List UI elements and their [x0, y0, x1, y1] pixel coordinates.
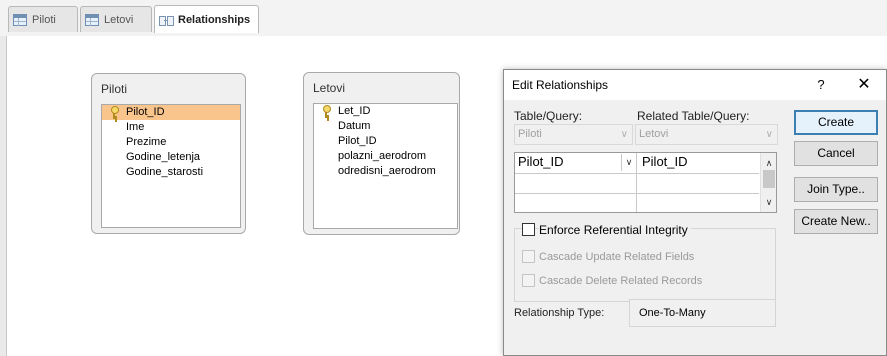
integrity-options-group — [514, 228, 776, 302]
close-icon[interactable]: ✕ — [852, 75, 876, 95]
field-column[interactable]: Pilot_ID ∨ — [515, 153, 637, 212]
field-label: Prezime — [126, 136, 167, 148]
select-value: Letovi — [639, 128, 669, 140]
field-label: Pilot_ID — [126, 106, 165, 118]
table-query-select: Piloti ∨ — [514, 124, 633, 145]
relationship-type-label: Relationship Type: — [514, 307, 605, 319]
field-item[interactable]: Godine_letenja — [102, 150, 240, 165]
cancel-button[interactable]: Cancel — [794, 141, 878, 166]
edit-relationships-dialog: Edit Relationships ? ✕ Table/Query: Rela… — [503, 69, 887, 356]
related-table-query-select: Letovi ∨ — [635, 124, 778, 145]
cascade-update-label: Cascade Update Related Fields — [539, 251, 695, 263]
field-label: odredisni_aerodrom — [338, 165, 436, 177]
chevron-down-icon: ∨ — [765, 129, 773, 140]
field-item[interactable]: Datum — [314, 119, 457, 134]
scroll-down-icon[interactable]: ∨ — [761, 194, 777, 210]
cascade-delete-label: Cascade Delete Related Records — [539, 275, 703, 287]
related-field-cell[interactable]: Pilot_ID — [642, 154, 688, 169]
field-label: Godine_letenja — [126, 151, 201, 163]
related-table-query-label: Related Table/Query: — [637, 109, 750, 123]
field-label: polazni_aerodrom — [338, 150, 427, 162]
field-item[interactable]: Let_ID — [314, 104, 457, 119]
field-label: Let_ID — [338, 105, 371, 117]
dialog-title: Edit Relationships — [512, 78, 609, 92]
table-icon — [85, 13, 99, 26]
primary-key-icon — [110, 106, 119, 119]
related-field-column[interactable]: Pilot_ID — [638, 153, 759, 212]
relationships-icon — [159, 14, 174, 26]
field-label: Godine_starosti — [126, 166, 204, 178]
field-list[interactable]: Pilot_ID Ime Prezime Godine_letenja Godi… — [101, 104, 241, 228]
field-item[interactable]: Prezime — [102, 135, 240, 150]
field-label: Pilot_ID — [338, 135, 377, 147]
table-box-piloti[interactable]: Piloti Pilot_ID Ime Prezime Godine_leten… — [91, 73, 246, 234]
create-new-button[interactable]: Create New.. — [794, 209, 878, 234]
join-type-button[interactable]: Join Type.. — [794, 177, 878, 202]
tab-label: Letovi — [104, 13, 134, 26]
grid-row-divider — [515, 193, 759, 194]
enforce-referential-integrity-label[interactable]: Enforce Referential Integrity — [539, 223, 691, 237]
relationship-type-value: One-To-Many — [629, 299, 776, 327]
tab-label: Relationships — [178, 13, 251, 26]
primary-key-icon — [322, 105, 331, 118]
field-item[interactable]: Godine_starosti — [102, 165, 240, 180]
tab-relationships[interactable]: Relationships — [154, 5, 259, 33]
document-tab-strip: Piloti Letovi Relationships — [0, 0, 887, 36]
field-item[interactable]: Ime — [102, 120, 240, 135]
table-query-label: Table/Query: — [514, 109, 583, 123]
field-label: Datum — [338, 120, 371, 132]
chevron-down-icon: ∨ — [620, 129, 628, 140]
table-title[interactable]: Piloti — [101, 82, 127, 96]
dialog-title-bar[interactable]: Edit Relationships ? ✕ — [504, 70, 886, 100]
field-item[interactable]: Pilot_ID — [102, 105, 240, 120]
field-mapping-grid[interactable]: Pilot_ID ∨ Pilot_ID ∧ ∨ — [514, 152, 777, 213]
grid-row-divider — [515, 173, 759, 174]
grid-scrollbar[interactable]: ∧ ∨ — [760, 153, 776, 212]
field-list[interactable]: Let_ID Datum Pilot_ID polazni_aerodrom o… — [313, 103, 458, 229]
field-cell[interactable]: Pilot_ID — [518, 154, 564, 169]
tab-piloti[interactable]: Piloti — [8, 6, 78, 32]
scroll-thumb[interactable] — [763, 170, 775, 188]
field-item[interactable]: odredisni_aerodrom — [314, 164, 457, 179]
table-box-letovi[interactable]: Letovi Let_ID Datum Pilot_ID polazni_aer… — [303, 72, 460, 235]
field-label: Ime — [126, 121, 145, 133]
create-button[interactable]: Create — [794, 110, 878, 135]
field-item[interactable]: polazni_aerodrom — [314, 149, 457, 164]
cascade-delete-checkbox — [522, 274, 535, 287]
help-button[interactable]: ? — [810, 75, 832, 95]
chevron-down-icon[interactable]: ∨ — [621, 154, 636, 171]
tab-label: Piloti — [32, 13, 56, 26]
enforce-referential-integrity-checkbox[interactable] — [522, 223, 535, 236]
tab-letovi[interactable]: Letovi — [80, 6, 152, 32]
table-icon — [13, 13, 27, 26]
table-title[interactable]: Letovi — [313, 81, 345, 95]
field-item[interactable]: Pilot_ID — [314, 134, 457, 149]
select-value: Piloti — [518, 128, 542, 140]
cascade-update-checkbox — [522, 250, 535, 263]
scroll-up-icon[interactable]: ∧ — [761, 155, 777, 171]
